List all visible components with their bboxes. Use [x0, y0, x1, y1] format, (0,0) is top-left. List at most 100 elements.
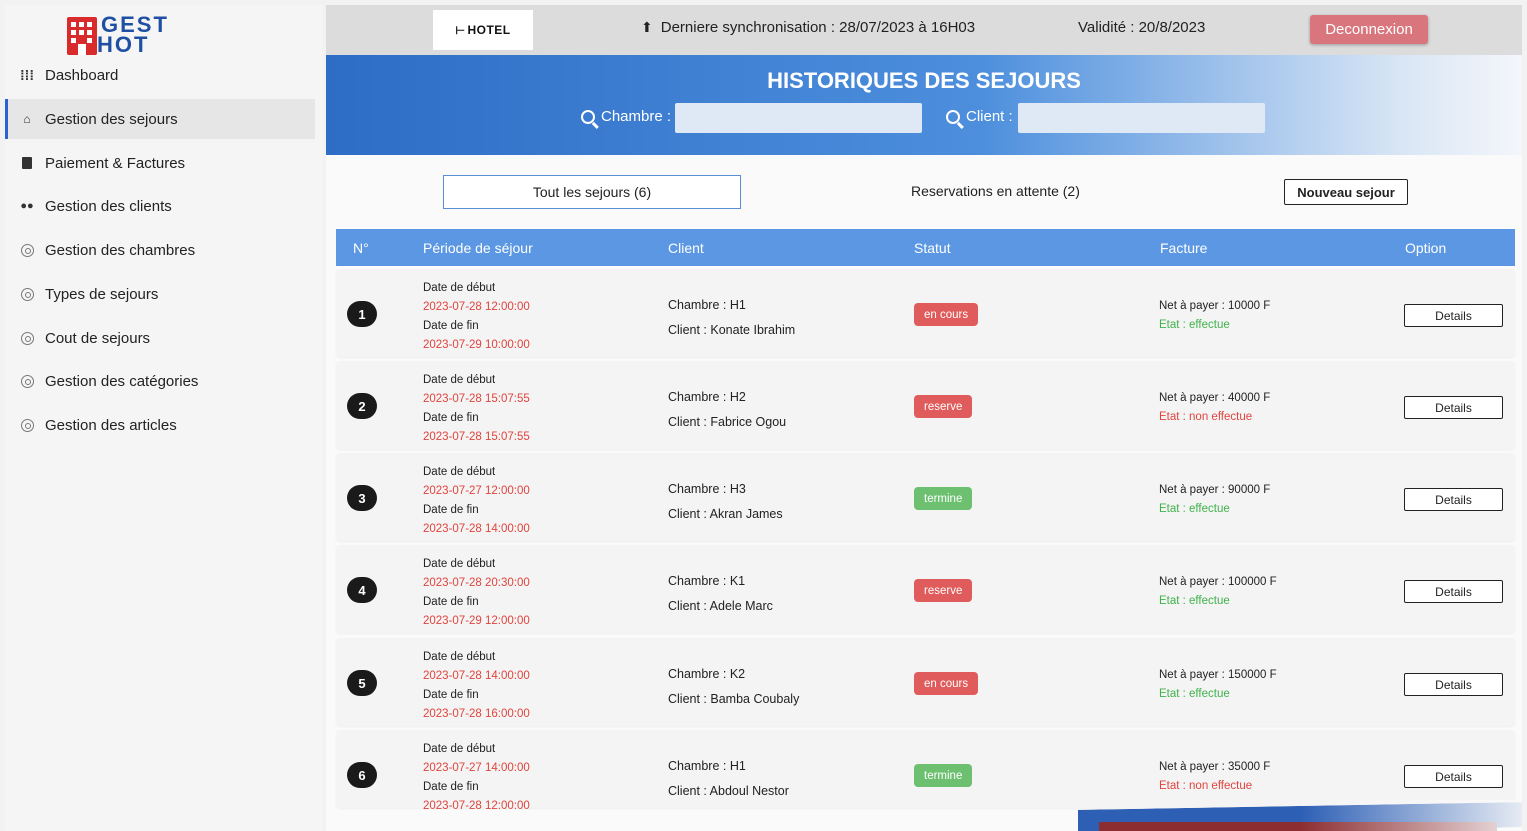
sidebar-item-gestion-des-clients[interactable]: ●● Gestion des clients	[5, 186, 315, 226]
gear-icon	[19, 417, 35, 433]
row-number: 1	[347, 301, 377, 327]
details-button[interactable]: Details	[1404, 673, 1503, 696]
logout-button[interactable]: Deconnexion	[1310, 15, 1428, 44]
client-search-label: Client :	[946, 108, 1013, 125]
client-info: Chambre : H2 Client : Fabrice Ogou	[668, 385, 786, 435]
end-date-label: Date de fin	[423, 596, 479, 608]
end-date-label: Date de fin	[423, 689, 479, 701]
people-icon: ●●	[20, 200, 34, 212]
client-name: Client : Akran James	[668, 507, 783, 521]
start-date: 2023-07-27 12:00:00	[423, 485, 530, 497]
sidebar-item-gestion-des-sejours[interactable]: ⌂ Gestion des sejours	[5, 99, 315, 139]
net-amount: Net à payer : 40000 F	[1159, 392, 1271, 404]
client-name: Client : Fabrice Ogou	[668, 415, 787, 429]
table-row: 1 Date de début 2023-07-28 12:00:00 Date de…	[336, 269, 1515, 357]
header-status: Statut	[914, 240, 951, 256]
table-row: 4 Date de début 2023-07-28 20:30:00 Date de…	[336, 545, 1515, 633]
sidebar-item-cout-de-sejours[interactable]: Cout de sejours	[5, 318, 315, 358]
footer-fade	[1300, 800, 1522, 831]
start-date-label: Date de début	[423, 743, 496, 755]
stay-period: Date de début 2023-07-28 15:07:55 Date de …	[423, 371, 530, 447]
header-option: Option	[1405, 240, 1447, 256]
invoice-info: Net à payer : 90000 F Etat : effectue	[1159, 481, 1270, 519]
stay-period: Date de début 2023-07-28 20:30:00 Date de …	[423, 555, 530, 631]
stay-period: Date de début 2023-07-27 14:00:00 Date de …	[423, 740, 530, 816]
hotel-logo: ⊢ HOTEL	[433, 10, 533, 50]
client-name: Client : Adele Marc	[668, 599, 773, 613]
client-info: Chambre : K1 Client : Adele Marc	[668, 569, 773, 619]
sidebar-item-label: Gestion des articles	[45, 416, 177, 434]
room-search-input[interactable]	[675, 103, 922, 133]
end-date-label: Date de fin	[423, 320, 479, 332]
home-icon: ⌂	[23, 112, 31, 126]
client-search-input[interactable]	[1018, 103, 1265, 133]
status-badge: en cours	[914, 303, 979, 326]
new-stay-button[interactable]: Nouveau sejour	[1284, 179, 1408, 205]
sidebar-item-gestion-des-articles[interactable]: Gestion des articles	[5, 405, 315, 445]
table-row: 6 Date de début 2023-07-27 14:00:00 Date de…	[336, 730, 1515, 812]
header-number: N°	[353, 240, 369, 256]
row-number: 5	[347, 670, 377, 696]
status-badge: en cours	[914, 672, 979, 695]
building-icon	[67, 17, 97, 55]
details-button[interactable]: Details	[1404, 304, 1503, 327]
payment-state: Etat : effectue	[1159, 595, 1230, 607]
end-date: 2023-07-28 14:00:00	[423, 523, 530, 535]
start-date-label: Date de début	[423, 282, 496, 294]
start-date: 2023-07-28 14:00:00	[423, 670, 530, 682]
details-button[interactable]: Details	[1404, 396, 1503, 419]
client-name: Client : Bamba Coubaly	[668, 692, 800, 706]
payment-state: Etat : non effectue	[1159, 411, 1253, 423]
client-info: Chambre : H3 Client : Akran James	[668, 477, 783, 527]
table-header: N° Période de séjour Client Statut Factu…	[336, 229, 1515, 266]
start-date-label: Date de début	[423, 466, 496, 478]
sidebar-item-dashboard[interactable]: ⁞⁞⁞ Dashboard	[5, 55, 315, 95]
details-button[interactable]: Details	[1404, 488, 1503, 511]
start-date: 2023-07-28 15:07:55	[423, 393, 530, 405]
sidebar-item-label: Gestion des chambres	[45, 241, 196, 259]
start-date-label: Date de début	[423, 558, 496, 570]
sidebar-item-gestion-des-cat-gories[interactable]: Gestion des catégories	[5, 361, 315, 401]
tab-all-stays[interactable]: Tout les sejours (6)	[443, 175, 741, 209]
start-date-label: Date de début	[423, 374, 496, 386]
gear-icon	[19, 242, 35, 258]
gear-icon	[19, 286, 35, 302]
main-content: Tout les sejours (6) Reservations en att…	[326, 155, 1522, 831]
client-name: Client : Konate Ibrahim	[668, 323, 796, 337]
tab-pending-reservations[interactable]: Reservations en attente (2)	[911, 183, 1080, 199]
sidebar-item-paiement-factures[interactable]: Paiement & Factures	[5, 143, 315, 183]
client-info: Chambre : H1 Client : Abdoul Nestor	[668, 754, 789, 804]
room-name: Chambre : K1	[668, 574, 746, 588]
sidebar-item-label: Dashboard	[45, 66, 119, 84]
end-date: 2023-07-28 16:00:00	[423, 708, 530, 720]
table-row: 2 Date de début 2023-07-28 15:07:55 Date de…	[336, 361, 1515, 449]
status-badge: termine	[914, 487, 973, 510]
payment-state: Etat : effectue	[1159, 319, 1230, 331]
payment-state: Etat : effectue	[1159, 688, 1230, 700]
search-icon	[946, 109, 960, 124]
details-button[interactable]: Details	[1404, 580, 1503, 603]
search-icon	[581, 109, 595, 124]
invoice-info: Net à payer : 150000 F Etat : effectue	[1159, 666, 1277, 704]
upload-icon: ⬆	[641, 19, 653, 35]
start-date: 2023-07-27 14:00:00	[423, 762, 530, 774]
clipboard-icon	[19, 155, 35, 171]
client-info: Chambre : K2 Client : Bamba Coubaly	[668, 662, 799, 712]
details-button[interactable]: Details	[1404, 765, 1503, 788]
header-invoice: Facture	[1160, 240, 1208, 256]
status-badge: reserve	[914, 395, 973, 418]
stay-period: Date de début 2023-07-27 12:00:00 Date de …	[423, 463, 530, 539]
sidebar-item-types-de-sejours[interactable]: Types de sejours	[5, 274, 315, 314]
hotel-logo-text: HOTEL	[467, 23, 511, 37]
sidebar-item-gestion-des-chambres[interactable]: Gestion des chambres	[5, 230, 315, 270]
net-amount: Net à payer : 150000 F	[1159, 669, 1277, 681]
net-amount: Net à payer : 100000 F	[1159, 576, 1277, 588]
grid-icon: ⁞⁞⁞	[20, 67, 34, 83]
room-name: Chambre : H2	[668, 390, 746, 404]
room-name: Chambre : H3	[668, 482, 746, 496]
client-info: Chambre : H1 Client : Konate Ibrahim	[668, 293, 795, 343]
payment-state: Etat : non effectue	[1159, 780, 1253, 792]
client-name: Client : Abdoul Nestor	[668, 784, 789, 798]
header-period: Période de séjour	[423, 240, 533, 256]
top-bar: ⊢ HOTEL ⬆ Derniere synchronisation : 28/…	[326, 5, 1522, 55]
